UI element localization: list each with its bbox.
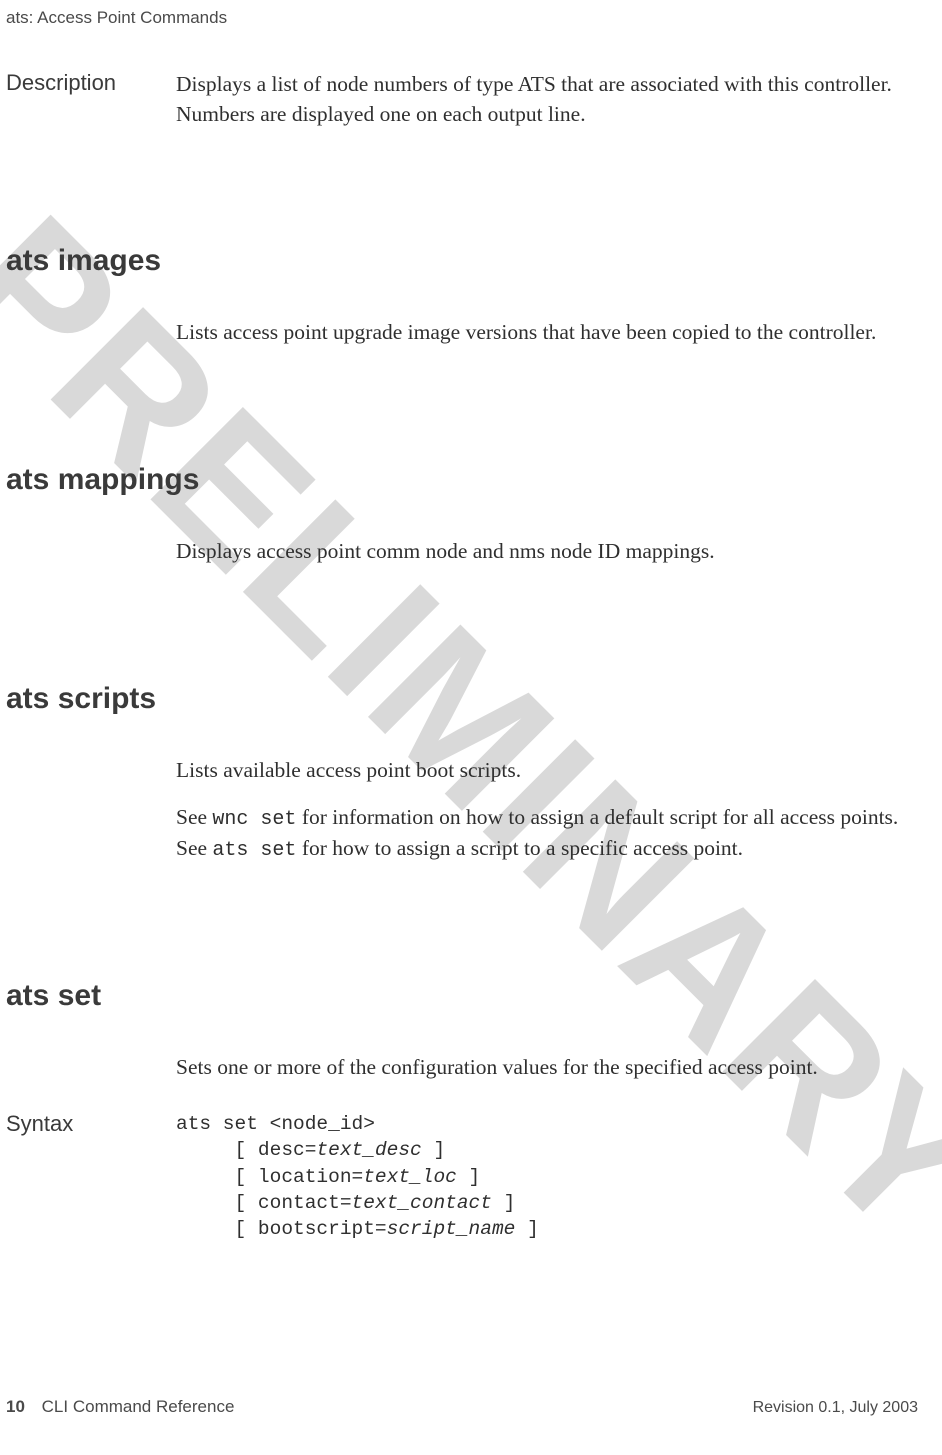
footer-left: 10 CLI Command Reference <box>6 1397 234 1417</box>
ats-scripts-para1: Lists available access point boot script… <box>176 756 914 786</box>
syntax-l3c: ] <box>457 1166 480 1188</box>
doc-title: CLI Command Reference <box>42 1397 235 1416</box>
description-label: Description <box>2 70 176 96</box>
syntax-l5b: script_name <box>387 1218 516 1240</box>
revision-text: Revision 0.1, July 2003 <box>753 1399 918 1417</box>
syntax-l2c: ] <box>422 1139 445 1161</box>
syntax-l3a: [ location= <box>176 1166 363 1188</box>
syntax-l4c: ] <box>492 1192 515 1214</box>
syntax-l3b: text_loc <box>363 1166 457 1188</box>
syntax-l5a: [ bootscript= <box>176 1218 387 1240</box>
ats-mappings-text: Displays access point comm node and nms … <box>176 537 914 567</box>
page-number: 10 <box>6 1397 25 1416</box>
syntax-l2a: [ desc= <box>176 1139 316 1161</box>
see-text-1: See <box>176 805 212 829</box>
syntax-l4a: [ contact= <box>176 1192 352 1214</box>
syntax-l2b: text_desc <box>316 1139 421 1161</box>
syntax-row: Syntax ats set <node_id> [ desc=text_des… <box>2 1111 918 1243</box>
ats-scripts-para2: See wnc set for information on how to as… <box>176 803 914 864</box>
section-ats-images: ats images <box>6 244 918 278</box>
description-row: Description Displays a list of node numb… <box>2 70 918 129</box>
syntax-l1: ats set <node_id> <box>176 1113 375 1135</box>
syntax-block: ats set <node_id> [ desc=text_desc ] [ l… <box>176 1111 914 1243</box>
syntax-l5c: ] <box>515 1218 538 1240</box>
code-wnc-set: wnc set <box>212 808 296 831</box>
code-ats-set: ats set <box>212 839 296 862</box>
section-ats-set: ats set <box>6 979 918 1013</box>
see-text-3: for how to assign a script to a specific… <box>296 836 743 860</box>
ats-set-text: Sets one or more of the configuration va… <box>176 1053 914 1083</box>
section-ats-mappings: ats mappings <box>6 463 918 497</box>
ats-images-text: Lists access point upgrade image version… <box>176 318 914 348</box>
section-ats-scripts: ats scripts <box>6 682 918 716</box>
description-text: Displays a list of node numbers of type … <box>176 70 914 129</box>
syntax-l4b: text_contact <box>352 1192 492 1214</box>
page-footer: 10 CLI Command Reference Revision 0.1, J… <box>6 1397 918 1417</box>
syntax-label: Syntax <box>2 1111 176 1137</box>
